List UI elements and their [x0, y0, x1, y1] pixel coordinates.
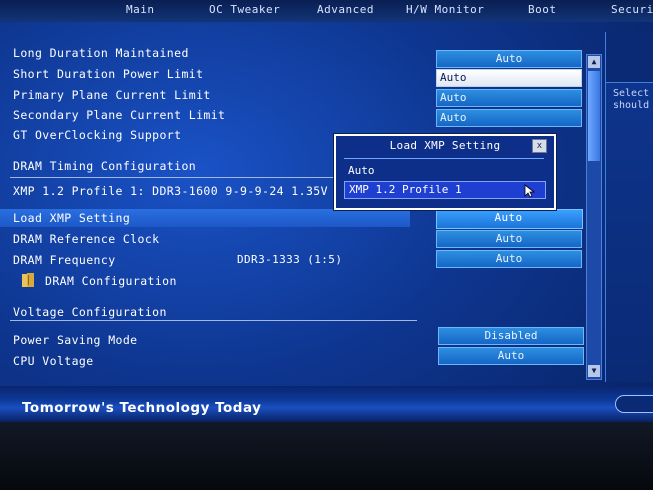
- tab-hw-monitor[interactable]: H/W Monitor: [406, 3, 484, 16]
- help-panel-header: [606, 32, 653, 83]
- tab-boot[interactable]: Boot: [528, 3, 557, 16]
- dram-frequency-label: DRAM Frequency: [13, 253, 116, 267]
- popup-title: Load XMP Setting: [389, 139, 501, 152]
- section-divider: [10, 320, 417, 321]
- bottom-button[interactable]: [615, 395, 653, 413]
- popup-option-xmp-profile-1[interactable]: XMP 1.2 Profile 1: [344, 181, 546, 199]
- load-xmp-popup: Load XMP Setting x Auto XMP 1.2 Profile …: [334, 134, 556, 210]
- tab-main[interactable]: Main: [126, 3, 155, 16]
- primary-plane-value[interactable]: Auto: [436, 89, 582, 107]
- scroll-up-arrow-icon[interactable]: ▲: [588, 56, 600, 68]
- tab-oc-tweaker[interactable]: OC Tweaker: [209, 3, 280, 16]
- load-xmp-value[interactable]: Auto: [436, 211, 581, 224]
- folder-icon: [22, 273, 34, 287]
- popup-option-list: Auto XMP 1.2 Profile 1: [344, 158, 546, 203]
- cpu-voltage-label: CPU Voltage: [13, 354, 94, 368]
- long-duration-value[interactable]: Auto: [436, 50, 582, 68]
- dram-frequency-value[interactable]: Auto: [436, 250, 582, 268]
- tab-advanced[interactable]: Advanced: [317, 3, 374, 16]
- long-duration-label: Long Duration Maintained: [13, 46, 189, 60]
- power-saving-label: Power Saving Mode: [13, 333, 138, 347]
- short-duration-label: Short Duration Power Limit: [13, 67, 204, 81]
- load-xmp-label[interactable]: Load XMP Setting: [13, 211, 130, 225]
- voltage-section-title: Voltage Configuration: [13, 305, 167, 319]
- secondary-plane-value[interactable]: Auto: [436, 109, 582, 127]
- secondary-plane-label: Secondary Plane Current Limit: [13, 108, 226, 122]
- help-text-line1: Select: [613, 88, 650, 99]
- dram-frequency-info: DDR3-1333 (1:5): [237, 253, 343, 266]
- close-icon[interactable]: x: [532, 139, 547, 153]
- mouse-cursor-icon: [524, 184, 536, 198]
- monitor-bezel: [0, 422, 653, 490]
- scrollbar[interactable]: ▲ ▼: [586, 54, 602, 380]
- scroll-thumb[interactable]: [588, 71, 600, 161]
- dram-ref-clock-value[interactable]: Auto: [436, 230, 582, 248]
- cpu-voltage-value[interactable]: Auto: [438, 347, 584, 365]
- dram-ref-clock-label: DRAM Reference Clock: [13, 232, 160, 246]
- tab-security[interactable]: Securit: [611, 3, 653, 16]
- help-text-line2: should: [613, 100, 650, 111]
- primary-plane-label: Primary Plane Current Limit: [13, 88, 211, 102]
- dram-configuration-link[interactable]: DRAM Configuration: [45, 274, 177, 288]
- bios-screen: Main OC Tweaker Advanced H/W Monitor Boo…: [0, 0, 653, 490]
- popup-option-auto[interactable]: Auto: [344, 163, 544, 179]
- top-menu-bar: Main OC Tweaker Advanced H/W Monitor Boo…: [0, 0, 653, 22]
- xmp-profile-info: XMP 1.2 Profile 1: DDR3-1600 9-9-9-24 1.…: [13, 184, 328, 198]
- power-saving-value[interactable]: Disabled: [438, 327, 584, 345]
- scroll-down-arrow-icon[interactable]: ▼: [588, 365, 600, 377]
- short-duration-value[interactable]: Auto: [436, 69, 582, 87]
- section-divider: [10, 177, 335, 178]
- help-panel: Select should: [605, 32, 653, 382]
- dram-timing-section-title: DRAM Timing Configuration: [13, 159, 197, 173]
- gt-overclocking-label: GT OverClocking Support: [13, 128, 182, 142]
- tagline: Tomorrow's Technology Today: [22, 400, 262, 416]
